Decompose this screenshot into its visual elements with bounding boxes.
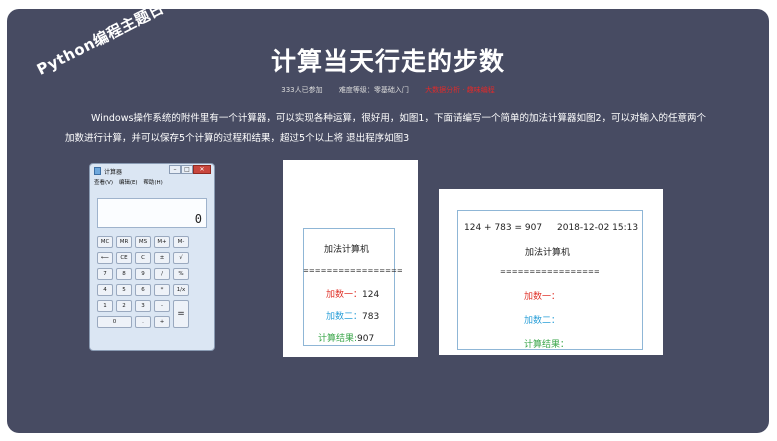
page-title: 计算当天行走的步数 (270, 47, 505, 76)
calc-key: = (173, 300, 189, 328)
calc-key: 8 (116, 268, 132, 280)
add1-value: 124 (362, 290, 380, 300)
adder-header: 加法计算机 (324, 245, 370, 255)
add2-label: 加数二： (326, 312, 363, 322)
datetime: 2018-12-02 15:13 (557, 223, 639, 233)
calc-titlebar: 计算器 – □ ✕ (90, 164, 214, 178)
calc-key: ⟵ (97, 252, 113, 264)
calc-key: 3 (135, 300, 151, 312)
calc-key: 9 (135, 268, 151, 280)
add2-label-3: 加数二： (524, 316, 561, 326)
calc-key: 0 (97, 316, 132, 328)
calc-key: MS (135, 236, 151, 248)
calc-key: MC (97, 236, 113, 248)
calc-key: 5 (116, 284, 132, 296)
result-label-3: 计算结果： (524, 340, 570, 350)
calc-key: MR (116, 236, 132, 248)
history-line: 124 + 783 = 907 (464, 223, 543, 233)
calc-key: 1 (97, 300, 113, 312)
add1-row: 加数一：124 (326, 287, 379, 300)
calc-key: M+ (154, 236, 170, 248)
topic-tag[interactable]: 大数据分析 · 趣味编程 (425, 86, 495, 94)
adder-figure-3: 124 + 783 = 907 2018-12-02 15:13 加法计算机 =… (439, 189, 663, 355)
separator-line-3: ================= (500, 268, 600, 276)
calc-key: % (173, 268, 189, 280)
calc-key: CE (116, 252, 132, 264)
calc-key: 2 (116, 300, 132, 312)
add2-row: 加数二：783 (326, 309, 379, 322)
calc-key: . (135, 316, 151, 328)
calc-key: - (154, 300, 170, 312)
calc-key: 1/x (173, 284, 189, 296)
result-label: 计算结果: (318, 334, 358, 344)
result-row: 计算结果:907 (318, 331, 374, 344)
difficulty-level: 难度等级：零基础入门 (338, 86, 409, 94)
main-card: Python编程主题日 计算当天行走的步数 333人已参加 难度等级：零基础入门… (7, 9, 769, 433)
windows-calculator-image: 计算器 – □ ✕ 查看(V) 编辑(E) 帮助(H) 0 MC MR MS M+ M-… (89, 163, 215, 351)
calc-key: M- (173, 236, 189, 248)
calc-key: √ (173, 252, 189, 264)
calc-key: / (154, 268, 170, 280)
calc-key: 4 (97, 284, 113, 296)
minimize-icon: – (169, 165, 181, 174)
menu-edit: 编辑(E) (118, 180, 138, 186)
calculator-icon (94, 167, 101, 175)
calc-menubar: 查看(V) 编辑(E) 帮助(H) (90, 178, 214, 188)
maximize-icon: □ (181, 165, 193, 174)
result-value: 907 (357, 334, 375, 344)
separator-line: ================= (303, 267, 403, 275)
description-text: Windows操作系统的附件里有一个计算器，可以实现各种运算，很好用，如图1，下… (65, 113, 706, 144)
add2-value: 783 (362, 312, 380, 322)
calc-key: * (154, 284, 170, 296)
adder-figure-2: 加法计算机 ================= 加数一：124 加数二：783 … (283, 160, 418, 357)
menu-help: 帮助(H) (143, 180, 163, 186)
calc-key: 6 (135, 284, 151, 296)
calc-key: + (154, 316, 170, 328)
add1-label-3: 加数一： (524, 292, 561, 302)
add1-label: 加数一： (326, 290, 363, 300)
adder-header-3: 加法计算机 (525, 248, 571, 258)
calc-key: 7 (97, 268, 113, 280)
close-icon: ✕ (193, 165, 211, 174)
calc-key: ± (154, 252, 170, 264)
adder-frame-3: 124 + 783 = 907 2018-12-02 15:13 加法计算机 =… (457, 210, 643, 350)
menu-view: 查看(V) (94, 180, 114, 186)
adder-frame: 加法计算机 ================= 加数一：124 加数二：783 … (303, 228, 403, 346)
calc-key: C (135, 252, 151, 264)
calc-display: 0 (97, 198, 207, 228)
calc-title: 计算器 (104, 169, 123, 176)
meta-line: 333人已参加 难度等级：零基础入门 大数据分析 · 趣味编程 (7, 85, 769, 95)
participants-count: 333人已参加 (281, 86, 323, 94)
